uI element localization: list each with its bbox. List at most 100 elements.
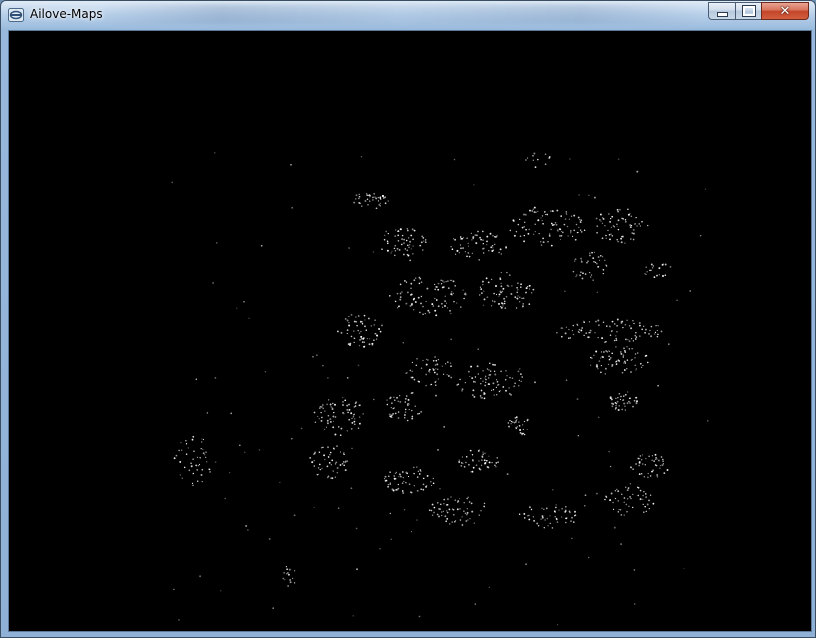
map-point [635, 396, 638, 399]
map-point [650, 263, 653, 266]
map-point [615, 339, 618, 341]
map-point [578, 328, 581, 331]
map-point [588, 194, 590, 196]
map-point [623, 347, 625, 350]
map-point [641, 463, 644, 465]
map-point [407, 404, 409, 407]
map-point [517, 295, 519, 297]
map-point [667, 343, 670, 346]
map-point [550, 210, 552, 212]
map-point [533, 211, 536, 214]
map-point [499, 277, 501, 279]
map-point [511, 377, 514, 379]
application-window: Ailove-Maps ✕ [0, 0, 816, 638]
map-point [593, 251, 596, 253]
map-point [420, 302, 422, 305]
map-point [483, 397, 486, 400]
map-point [528, 284, 531, 287]
map-point [192, 484, 194, 487]
map-point-cloud[interactable] [9, 31, 811, 631]
map-point [495, 462, 498, 464]
map-point [471, 454, 474, 456]
map-point [418, 282, 421, 285]
map-point [323, 454, 326, 457]
map-point [636, 170, 639, 173]
map-point [511, 285, 513, 287]
map-point [350, 412, 353, 415]
map-point [584, 273, 587, 275]
map-point [519, 235, 522, 237]
map-point [319, 468, 321, 471]
app-window-icon[interactable] [8, 8, 24, 22]
map-point [412, 298, 415, 301]
map-point [202, 438, 205, 441]
map-viewport[interactable] [8, 30, 812, 632]
map-point [451, 248, 454, 251]
map-point [494, 373, 497, 376]
map-point [634, 338, 637, 340]
map-point [615, 346, 617, 348]
close-button[interactable]: ✕ [761, 2, 809, 20]
map-point [468, 370, 470, 373]
map-point [639, 489, 642, 492]
map-point [628, 325, 631, 327]
map-point [599, 213, 602, 216]
map-point [484, 462, 486, 465]
map-point [583, 229, 586, 231]
minimize-button[interactable] [708, 2, 735, 20]
map-point [420, 367, 423, 369]
map-point [406, 419, 409, 422]
map-point [623, 497, 626, 499]
map-point [409, 491, 412, 494]
map-point [517, 370, 520, 373]
map-point [635, 331, 637, 334]
map-point [611, 215, 614, 218]
map-point [544, 163, 547, 166]
map-point [505, 246, 507, 249]
map-point [518, 368, 521, 370]
map-point [656, 474, 659, 476]
map-point [449, 309, 451, 312]
map-point [331, 459, 334, 462]
map-point [397, 240, 400, 242]
map-point [447, 287, 450, 290]
map-point [532, 154, 534, 157]
map-point [464, 251, 467, 253]
map-point [433, 283, 436, 286]
map-point [484, 384, 487, 387]
map-point [443, 281, 445, 283]
map-point [627, 339, 629, 341]
map-point [644, 273, 646, 275]
map-point [521, 432, 523, 435]
map-point [406, 253, 408, 256]
map-point [496, 394, 498, 396]
map-point [346, 430, 348, 432]
map-point [581, 327, 584, 329]
map-point [482, 248, 484, 250]
map-point [437, 288, 440, 291]
map-point [402, 342, 404, 344]
map-point [334, 476, 337, 478]
map-point [493, 394, 495, 396]
map-point [410, 248, 412, 250]
map-point [425, 363, 428, 366]
map-point [332, 426, 335, 429]
title-bar[interactable]: Ailove-Maps ✕ [1, 1, 815, 29]
map-point [548, 235, 551, 237]
map-point [490, 278, 493, 281]
map-point [206, 461, 208, 463]
map-point [391, 488, 394, 491]
map-point [522, 303, 525, 305]
map-point [190, 465, 193, 468]
map-point [617, 500, 619, 502]
map-point [449, 279, 452, 282]
map-point [565, 212, 568, 214]
map-point [384, 475, 387, 478]
maximize-button[interactable] [735, 2, 761, 20]
map-point [418, 412, 421, 415]
map-point [491, 300, 494, 302]
map-point [293, 514, 296, 517]
map-point [509, 376, 511, 379]
map-point [600, 364, 603, 367]
map-point [477, 373, 479, 375]
